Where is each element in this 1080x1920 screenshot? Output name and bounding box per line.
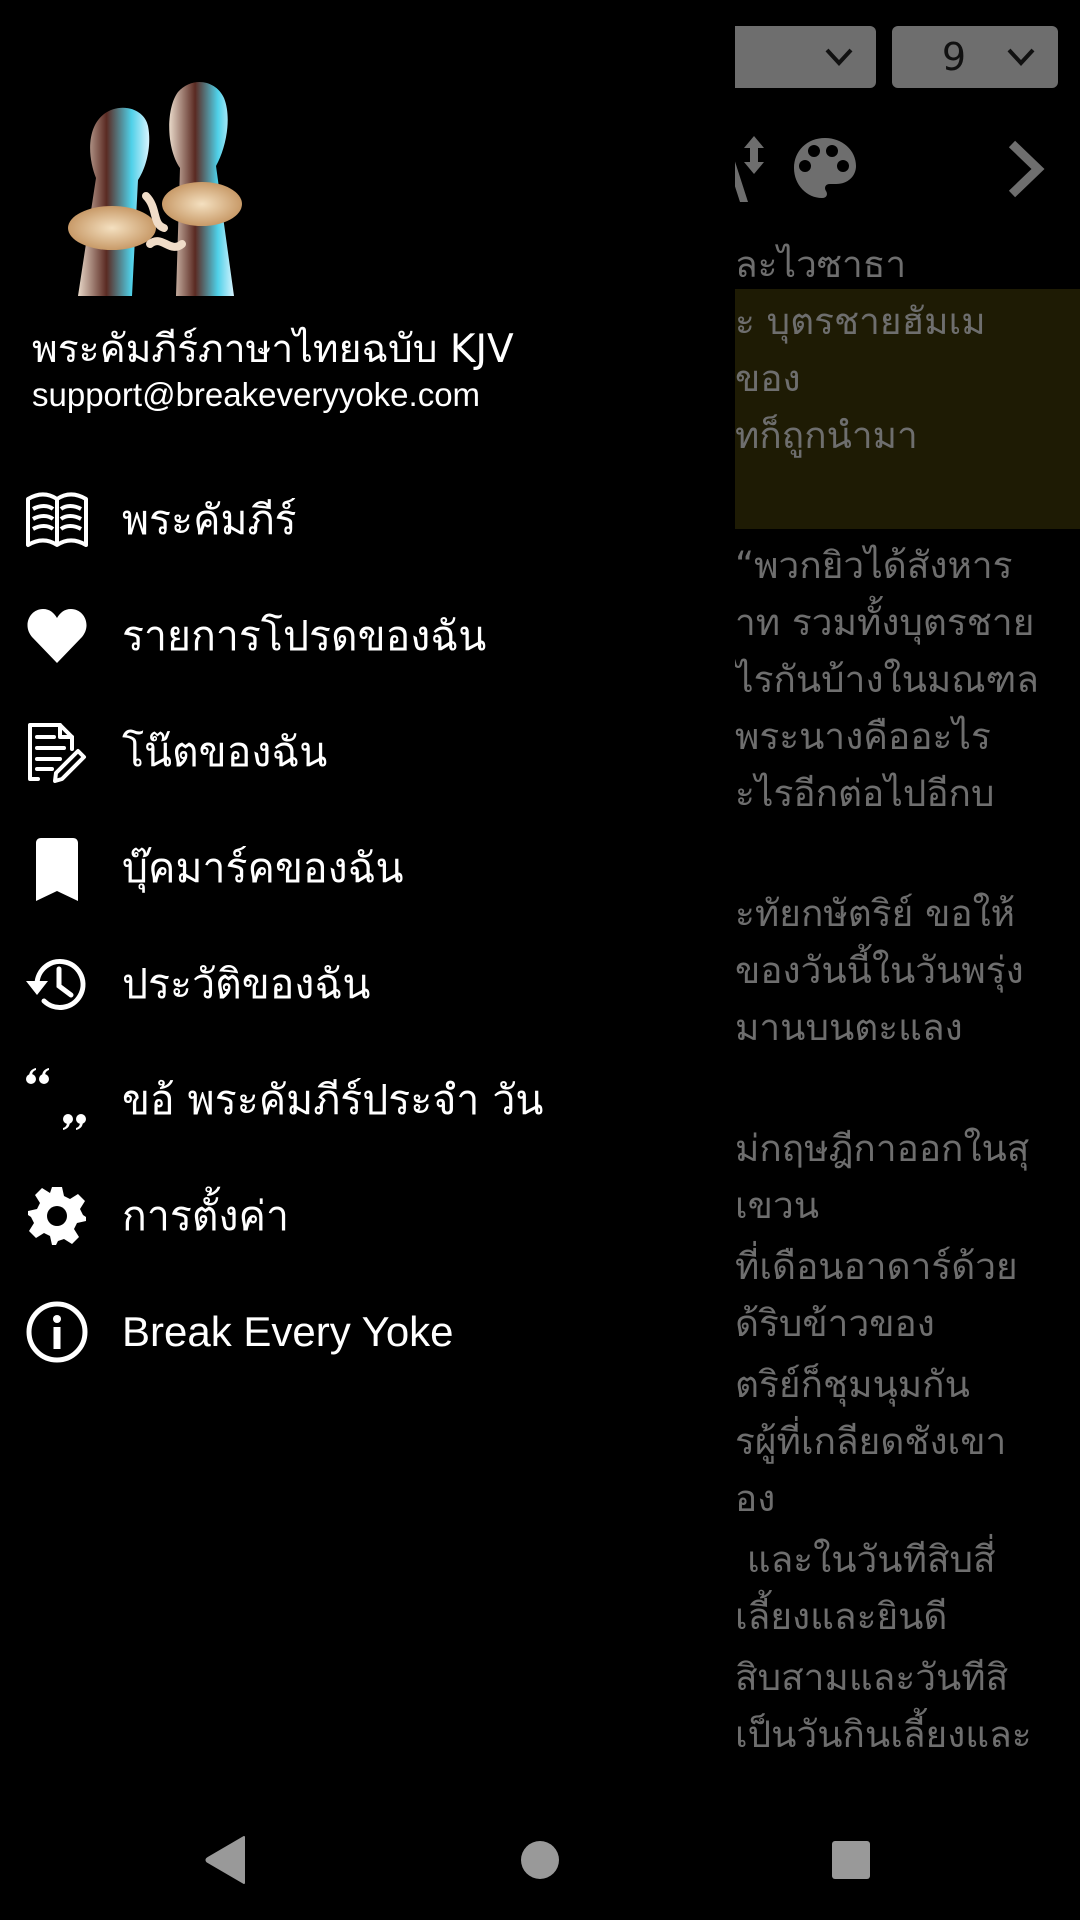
verse-line: ไรกันบ้างในมณฑล	[735, 658, 1039, 701]
verse-text: ม่กฤษฎีกาออกในสุ เขวน ที่เดือนอาดาร์ด้วย…	[735, 1120, 1080, 1763]
verse-line: “พวกยิวได้สังหาร	[735, 544, 1013, 587]
nav-back-button[interactable]	[186, 1820, 266, 1900]
menu-item-favorites[interactable]: รายการโปรดของฉัน	[0, 578, 735, 694]
menu-item-label: บุ๊คมาร์คของฉัน	[122, 843, 404, 892]
back-icon	[205, 1836, 245, 1884]
chapter-dropdown[interactable]: 9	[892, 26, 1058, 88]
menu-item-bookmarks[interactable]: บุ๊คมาร์คของฉัน	[0, 810, 735, 926]
notes-edit-icon	[24, 719, 90, 785]
verse-text: ละไวซาธา ะ บุตรชายฮัมเม ของ ทก็ถูกนำมา	[735, 236, 1080, 464]
menu-item-label: รายการโปรดของฉัน	[122, 611, 487, 660]
verse-line: ม่กฤษฎีกาออกในสุ	[735, 1127, 1030, 1170]
menu-item-about[interactable]: Break Every Yoke	[0, 1274, 735, 1390]
verse-line: เป็นวันกินเลี้ยงและ	[735, 1713, 1032, 1756]
verse-line: มานบนตะแลง	[735, 1006, 963, 1049]
verse-line: พระนางคืออะไร	[735, 715, 991, 758]
menu-item-daily-verse[interactable]: ขอ้ พระคัมภีร์ประจำ วัน	[0, 1042, 735, 1158]
verse-line: ่ และในวันทีสิบสี่	[735, 1538, 996, 1581]
verse-line: าท รวมทั้งบุตรชาย	[735, 601, 1035, 644]
verse-line: ละไวซาธา	[735, 243, 907, 286]
verse-line: ตริย์ก็ชุมนุมกัน	[735, 1363, 970, 1406]
verse-text: “พวกยิวได้สังหาร าท รวมทั้งบุตรชาย ไรกัน…	[735, 537, 1080, 822]
chevron-down-icon	[1007, 48, 1035, 66]
home-icon	[521, 1841, 559, 1879]
menu-item-history[interactable]: ประวัติของฉัน	[0, 926, 735, 1042]
menu-item-label: การตั้งค่า	[122, 1191, 289, 1240]
menu-item-label: ประวัติของฉัน	[122, 959, 371, 1008]
verse-line: สิบสามและวันทีสิ	[735, 1656, 1009, 1699]
verse-line: ของวันนี้ในวันพรุ่ง	[735, 949, 1024, 992]
nav-home-button[interactable]	[500, 1820, 580, 1900]
support-email[interactable]: support@breakeveryyoke.com	[32, 376, 480, 414]
chevron-right-icon[interactable]	[1006, 140, 1046, 198]
verse-line: ะทัยกษัตริย์ ขอให้	[735, 892, 1016, 935]
verse-line: รผู้ที่เกลียดชังเขา	[735, 1420, 1007, 1463]
verse-line: ด้ริบข้าวของ	[735, 1302, 935, 1345]
gear-icon	[24, 1183, 90, 1249]
menu-item-label: พระคัมภีร์	[122, 495, 297, 544]
menu-item-notes[interactable]: โน๊ตของฉัน	[0, 694, 735, 810]
system-navigation-bar	[0, 1780, 1080, 1920]
history-icon	[24, 951, 90, 1017]
verse-line: อง	[735, 1477, 776, 1520]
menu-item-settings[interactable]: การตั้งค่า	[0, 1158, 735, 1274]
navigation-drawer: พระคัมภีร์ภาษาไทยฉบับ KJV support@breake…	[0, 0, 735, 1780]
menu-item-label: โน๊ตของฉัน	[122, 727, 328, 776]
app-title: พระคัมภีร์ภาษาไทยฉบับ KJV	[32, 327, 514, 372]
drawer-menu: พระคัมภีร์ รายการโปรดของฉัน โน๊ตของฉัน บ…	[0, 462, 735, 1390]
verse-line: ะ บุตรชายฮัมเม	[735, 300, 986, 343]
quote-icon	[24, 1067, 90, 1133]
verse-line: เขวน	[735, 1184, 820, 1227]
menu-item-bible[interactable]: พระคัมภีร์	[0, 462, 735, 578]
bound-hands-logo	[68, 81, 242, 296]
menu-item-label: ขอ้ พระคัมภีร์ประจำ วัน	[122, 1075, 544, 1124]
info-icon	[24, 1299, 90, 1365]
verse-line: ทก็ถูกนำมา	[735, 414, 918, 457]
bookmark-icon	[24, 835, 90, 901]
nav-recents-button[interactable]	[811, 1820, 891, 1900]
menu-item-label: Break Every Yoke	[122, 1308, 454, 1355]
verse-line: ที่เดือนอาดาร์ด้วย	[735, 1245, 1018, 1288]
chevron-down-icon	[825, 48, 853, 66]
verse-line: ะไรอีกต่อไปอีกบ	[735, 772, 995, 815]
recents-icon	[832, 1841, 870, 1879]
verse-line: ของ	[735, 357, 801, 400]
heart-icon	[24, 603, 90, 669]
chapter-dropdown-value: 9	[941, 35, 966, 79]
bible-book-icon	[24, 487, 90, 553]
palette-icon[interactable]	[792, 136, 858, 202]
verse-line: เลี้ยงและยินดี	[735, 1595, 948, 1638]
verse-text: ะทัยกษัตริย์ ขอให้ ของวันนี้ในวันพรุ่ง ม…	[735, 885, 1080, 1056]
